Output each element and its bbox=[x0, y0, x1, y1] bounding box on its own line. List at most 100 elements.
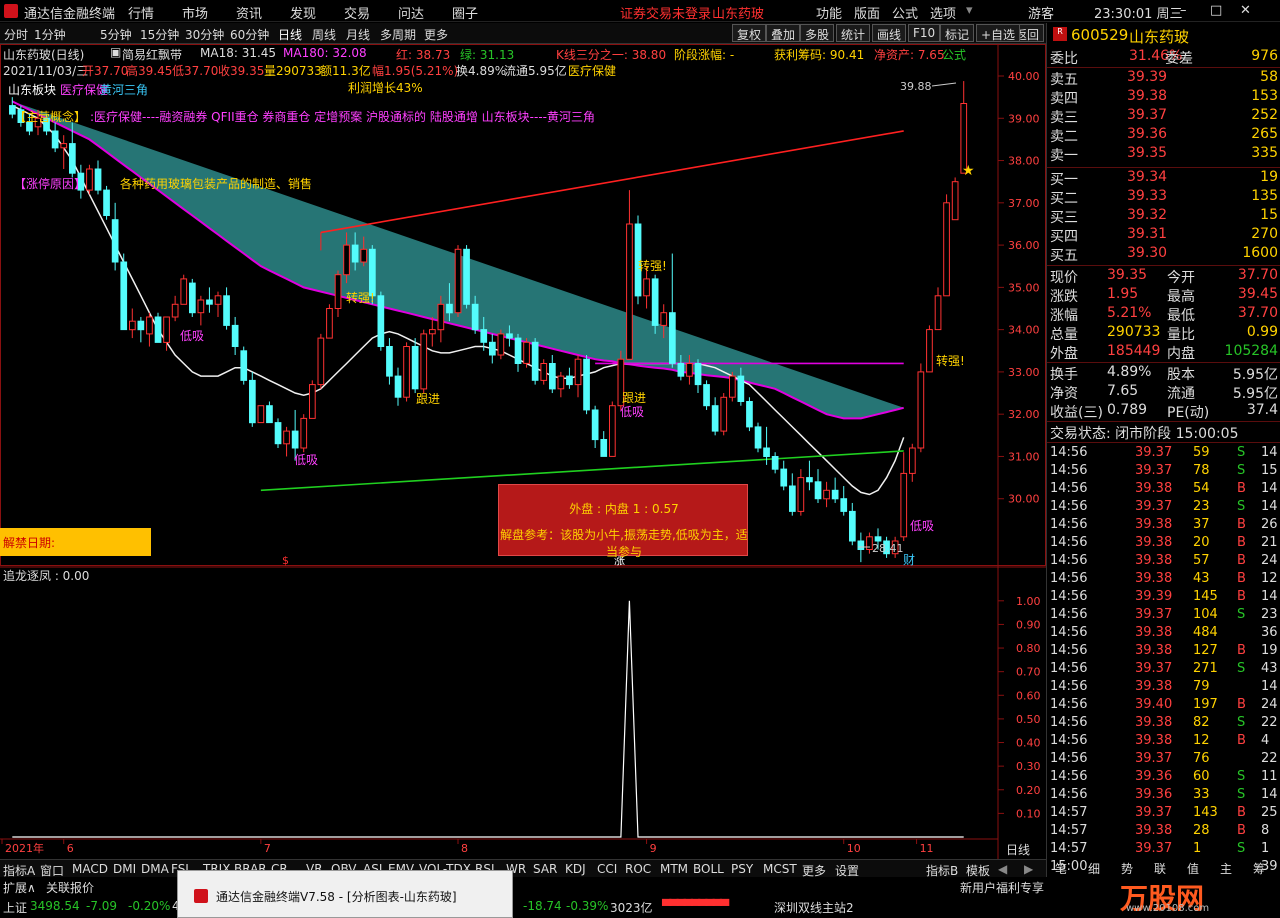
popup-ratio: 外盘 : 内盘 1 : 0.57 bbox=[569, 502, 679, 516]
chart-area[interactable]: 40.00 39.00 38.00 37.00 36.00 35.00 34.00 33.00… bbox=[0, 44, 1046, 860]
indicator-tab[interactable]: SAR bbox=[533, 862, 557, 876]
candle-body bbox=[291, 430, 299, 449]
candle-body bbox=[420, 333, 428, 390]
tick-row: 14:57 39.37 143 B 25 bbox=[1047, 805, 1280, 823]
indicator-tab[interactable]: MACD bbox=[72, 862, 108, 876]
tab-1min[interactable]: 1分钟 bbox=[34, 26, 66, 43]
related-quote-button[interactable]: 关联报价 bbox=[46, 879, 94, 896]
expand-button[interactable]: 扩展∧ bbox=[3, 879, 36, 896]
tick-cell: B bbox=[1237, 535, 1246, 550]
candle-body bbox=[51, 130, 59, 149]
kline-chart[interactable]: 40.00 39.00 38.00 37.00 36.00 35.00 34.00 33.00… bbox=[0, 44, 1046, 860]
menu-wenda[interactable]: 问达 bbox=[398, 3, 424, 22]
candle-body bbox=[540, 363, 548, 381]
user-label[interactable]: 游客 bbox=[1028, 3, 1054, 22]
indicator-tab[interactable]: DMA bbox=[141, 862, 169, 876]
fuquan-button[interactable]: 复权 bbox=[732, 24, 767, 42]
diejia-button[interactable]: 叠加 bbox=[766, 24, 801, 42]
duogu-button[interactable]: 多股 bbox=[800, 24, 835, 42]
indicator-tab[interactable]: DMI bbox=[113, 862, 136, 876]
indicator-name[interactable]: 简易红飘带 bbox=[122, 46, 182, 63]
indicator-tab[interactable]: PSY bbox=[731, 862, 753, 876]
quote-panel-tab[interactable]: 联 bbox=[1154, 860, 1166, 877]
indicator-tab[interactable]: CCI bbox=[597, 862, 617, 876]
indicator-tab[interactable]: MTM bbox=[660, 862, 688, 876]
server-label[interactable]: 深圳双线主站2 bbox=[774, 899, 854, 916]
menu-banmian[interactable]: 版面 bbox=[854, 3, 880, 22]
tab-multi-period[interactable]: 多周期 bbox=[380, 26, 416, 43]
scroll-right-icon[interactable]: ▶ bbox=[1024, 862, 1033, 876]
quote-panel-tab[interactable]: 笔 bbox=[1055, 860, 1067, 877]
tick-cell: 39.38 bbox=[1135, 553, 1173, 568]
f10-button[interactable]: F10 bbox=[908, 24, 941, 42]
menu-xuanxiang[interactable]: 选项 bbox=[930, 3, 956, 22]
add-watchlist-button[interactable]: +自选 bbox=[976, 24, 1021, 42]
stat2-row-cell: 换手 bbox=[1050, 367, 1078, 383]
menu-gongshi[interactable]: 公式 bbox=[892, 3, 918, 22]
candle-body bbox=[386, 346, 393, 377]
price-tick-label: 37.00 bbox=[1008, 197, 1040, 210]
indicator-tab[interactable]: BOLL bbox=[693, 862, 724, 876]
tick-cell: 39.38 bbox=[1135, 625, 1173, 640]
menu-gongneng[interactable]: 功能 bbox=[816, 3, 842, 22]
candle-body bbox=[651, 278, 659, 326]
menu-faxian[interactable]: 发现 bbox=[290, 3, 316, 22]
more-icon[interactable]: ▾ bbox=[966, 3, 973, 18]
candle-body bbox=[471, 303, 479, 331]
menu-hangqing[interactable]: 行情 bbox=[128, 3, 154, 22]
tab-weekly[interactable]: 周线 bbox=[312, 26, 336, 43]
tab-monthly[interactable]: 月线 bbox=[346, 26, 370, 43]
menu-quanzi[interactable]: 圈子 bbox=[452, 3, 478, 22]
menu-jiaoyi[interactable]: 交易 bbox=[344, 3, 370, 22]
reason-label: 【涨停原因】 bbox=[14, 176, 86, 191]
maximize-icon[interactable]: □ bbox=[1210, 3, 1222, 18]
candle-body bbox=[814, 481, 822, 500]
minimize-icon[interactable]: – bbox=[1180, 3, 1187, 18]
float-label: 流通5.95亿 bbox=[504, 64, 567, 78]
quote-panel-tab[interactable]: 细 bbox=[1088, 860, 1100, 877]
ask-row: 卖三 39.37 252 bbox=[1047, 107, 1280, 126]
tick-cell: B bbox=[1237, 481, 1246, 496]
candle-body bbox=[146, 316, 153, 335]
tick-cell: 57 bbox=[1193, 553, 1210, 568]
tick-cell: 271 bbox=[1193, 661, 1218, 676]
taskbar-window-button[interactable]: 通达信金融终端V7.58 - [分析图表-山东药玻] bbox=[177, 870, 513, 918]
huaxian-button[interactable]: 画线 bbox=[872, 24, 907, 42]
subchart-layer: 1.00 0.90 0.80 0.70 0.60 0.50 0.40 0.30 0.20 0.10 bbox=[12, 595, 1041, 838]
tab-5min[interactable]: 5分钟 bbox=[100, 26, 132, 43]
tab-15min[interactable]: 15分钟 bbox=[140, 26, 179, 43]
menu-zixun[interactable]: 资讯 bbox=[236, 3, 262, 22]
quote-panel-tab[interactable]: 值 bbox=[1187, 860, 1199, 877]
quote-panel-tab[interactable]: 主 bbox=[1220, 860, 1232, 877]
indicator-tab[interactable]: MCST bbox=[763, 862, 797, 876]
stock-link[interactable]: 山东药玻 bbox=[712, 3, 764, 22]
indicator-tab[interactable]: ROC bbox=[625, 862, 651, 876]
menu-shichang[interactable]: 市场 bbox=[182, 3, 208, 22]
stat-row-cell: 涨幅 bbox=[1050, 308, 1078, 324]
candle-body bbox=[394, 375, 402, 398]
scroll-left-icon[interactable]: ◀ bbox=[998, 862, 1007, 876]
tab-30min[interactable]: 30分钟 bbox=[185, 26, 224, 43]
tick-cell: 104 bbox=[1193, 607, 1218, 622]
tongji-button[interactable]: 统计 bbox=[836, 24, 871, 42]
close-icon[interactable]: ✕ bbox=[1240, 3, 1251, 18]
quote-panel-tab[interactable]: 势 bbox=[1121, 860, 1133, 877]
stat-row-cell: 0.99 bbox=[1246, 324, 1278, 340]
indicator-tab[interactable]: KDJ bbox=[565, 862, 586, 876]
gongshi-label: 公式 bbox=[942, 48, 967, 62]
tick-cell: 14:56 bbox=[1050, 553, 1088, 568]
tab-more[interactable]: 更多 bbox=[424, 26, 448, 43]
quote-panel-tab[interactable]: 筹 bbox=[1253, 860, 1265, 877]
welfare-link[interactable]: 新用户福利专享 bbox=[960, 879, 1044, 896]
tab-fenshi[interactable]: 分时 bbox=[4, 26, 28, 43]
r-badge-icon: R bbox=[1053, 27, 1067, 41]
tick-cell: 12 bbox=[1261, 571, 1278, 586]
login-status[interactable]: 证券交易未登录 bbox=[620, 3, 711, 22]
tick-cell: 39.37 bbox=[1135, 751, 1173, 766]
tab-daily[interactable]: 日线 bbox=[278, 26, 302, 43]
indicator-toggle-icon[interactable]: ▣ bbox=[110, 45, 121, 59]
candle-body bbox=[111, 219, 119, 263]
biaoji-button[interactable]: 标记 bbox=[940, 24, 975, 42]
date-label: 11 bbox=[920, 842, 934, 855]
tab-60min[interactable]: 60分钟 bbox=[230, 26, 269, 43]
